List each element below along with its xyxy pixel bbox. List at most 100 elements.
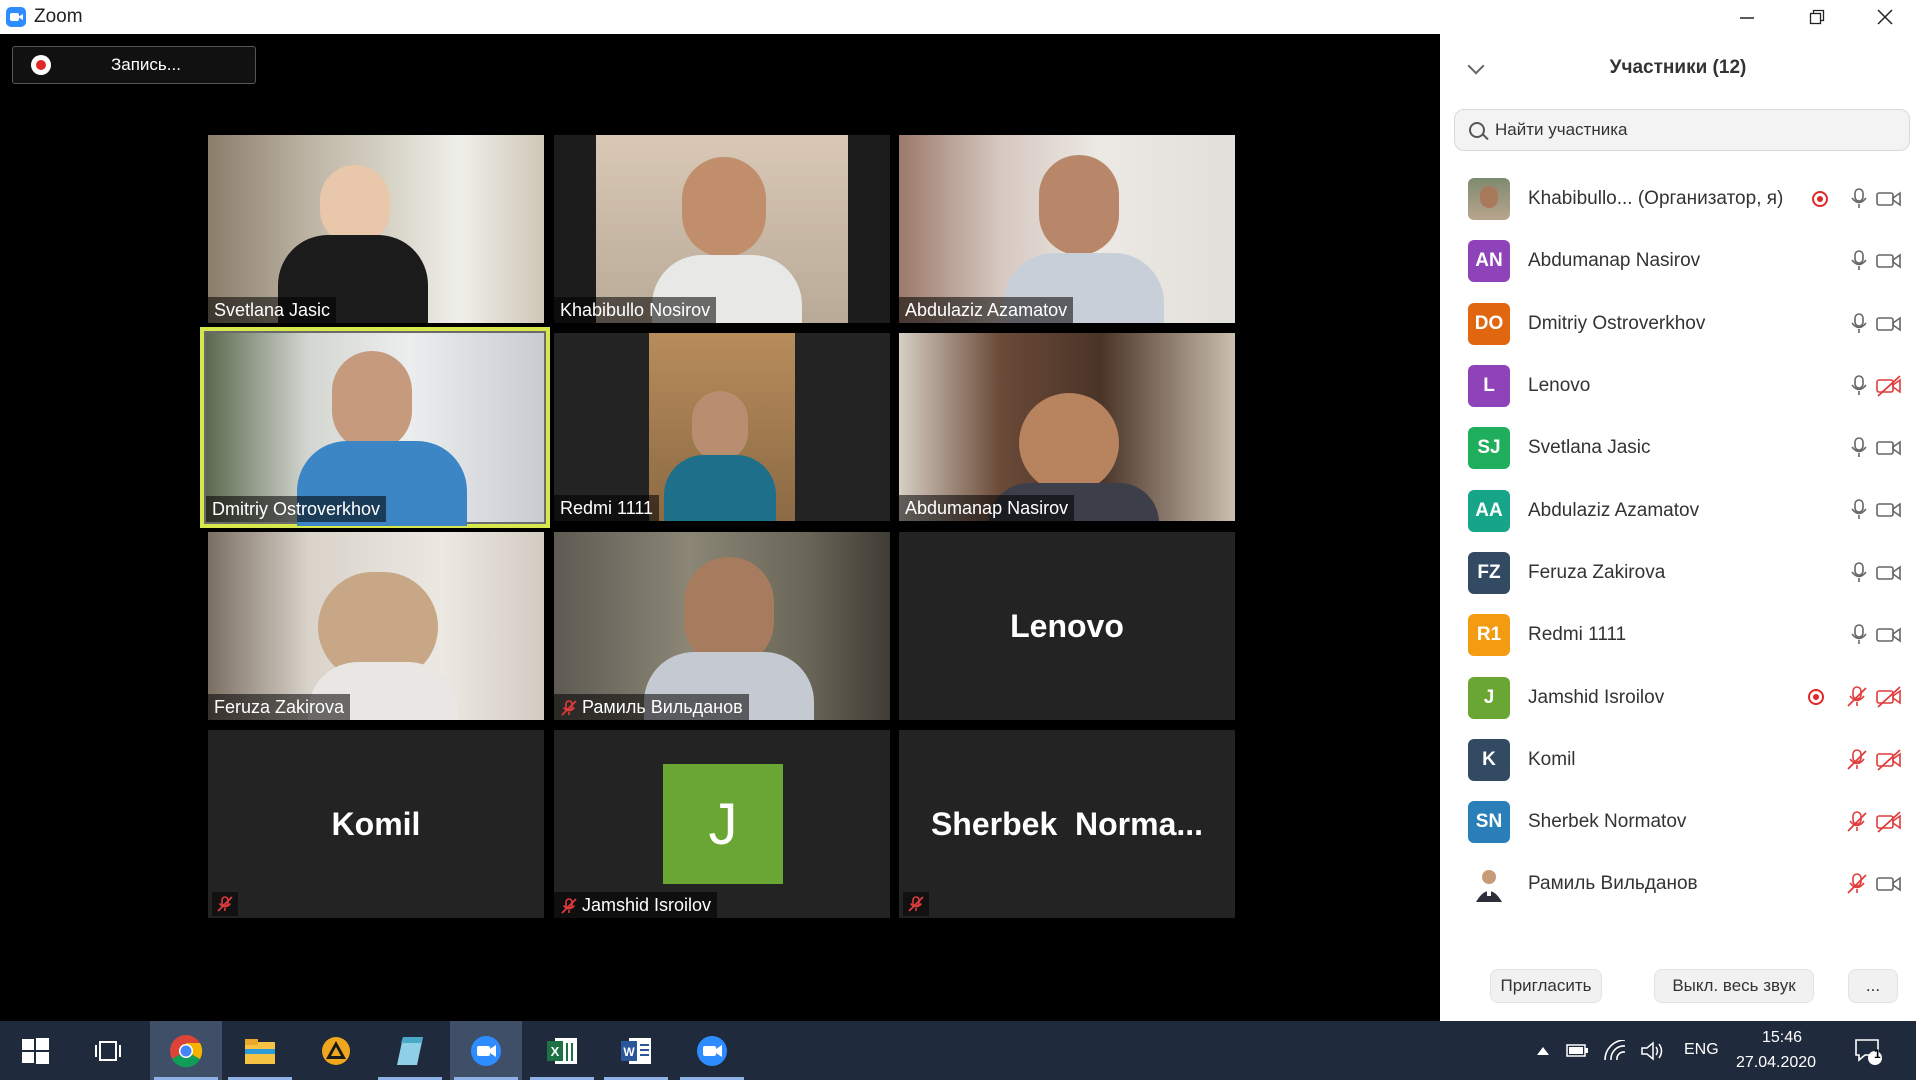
participant-avatar: K	[1468, 738, 1510, 781]
participant-row[interactable]: Рамиль Вильданов	[1440, 853, 1916, 915]
camera-icon[interactable]	[1876, 252, 1902, 270]
participant-search[interactable]	[1454, 109, 1910, 151]
participant-list: Khabibullo... (Организатор, я) AN Abdumana…	[1440, 168, 1916, 916]
network-button[interactable]	[1600, 1021, 1630, 1080]
taskbar-zoom[interactable]	[450, 1021, 522, 1080]
participant-status-icons	[1842, 479, 1902, 541]
participant-status-icons	[1842, 293, 1902, 355]
camera-off-icon[interactable]	[1876, 749, 1902, 771]
participant-row[interactable]: SN Sherbek Normatov	[1440, 791, 1916, 853]
clock-date[interactable]: 27.04.2020	[1736, 1054, 1816, 1072]
camera-icon[interactable]	[1876, 626, 1902, 644]
muted-microphone-icon[interactable]	[1846, 748, 1868, 771]
battery-button[interactable]	[1562, 1021, 1592, 1080]
muted-microphone-icon[interactable]	[1846, 686, 1868, 708]
tile-name: Redmi 1111	[560, 498, 654, 518]
participant-row[interactable]: AN Abdumanap Nasirov	[1440, 230, 1916, 292]
participant-row[interactable]: FZ Feruza Zakirova	[1440, 542, 1916, 604]
camera-icon[interactable]	[1876, 875, 1902, 893]
mute-all-button[interactable]: Выкл. весь звук	[1654, 969, 1814, 1003]
video-off-tile[interactable]: Lenovo	[899, 532, 1235, 720]
microphone-icon[interactable]	[1850, 375, 1868, 397]
participant-status-icons	[1842, 604, 1902, 666]
participant-face	[332, 351, 412, 451]
camera-icon[interactable]	[1876, 439, 1902, 457]
video-tile[interactable]: Abdulaziz Azamatov	[899, 135, 1235, 323]
camera-off-icon[interactable]	[1876, 375, 1902, 397]
camera-icon[interactable]	[1876, 501, 1902, 519]
video-off-tile[interactable]: J Jamshid Isroilov	[554, 730, 890, 918]
notification-count: 1	[1874, 1047, 1881, 1061]
minimize-button[interactable]	[1712, 0, 1782, 34]
volume-button[interactable]	[1636, 1021, 1670, 1080]
participant-status-icons	[1838, 791, 1902, 853]
taskbar-chrome[interactable]	[150, 1021, 222, 1080]
participant-row[interactable]: AA Abdulaziz Azamatov	[1440, 479, 1916, 541]
camera-icon[interactable]	[1876, 190, 1902, 208]
participant-row[interactable]: K Komil	[1440, 729, 1916, 791]
video-off-tile[interactable]: Sherbek Norma...	[899, 730, 1235, 918]
taskbar-notepad[interactable]	[374, 1021, 446, 1080]
microphone-icon[interactable]	[1850, 312, 1868, 335]
close-button[interactable]	[1850, 0, 1916, 34]
video-tile[interactable]: Feruza Zakirova	[208, 532, 544, 720]
zoom-app-icon	[6, 7, 26, 27]
participant-name: Khabibullo... (Организатор, я)	[1528, 188, 1784, 210]
participant-row[interactable]: L Lenovo	[1440, 355, 1916, 417]
camera-icon[interactable]	[1876, 564, 1902, 582]
video-tile[interactable]: Svetlana Jasic	[208, 135, 544, 323]
video-tile-active-speaker[interactable]: Dmitriy Ostroverkhov	[200, 327, 550, 528]
start-button[interactable]	[0, 1021, 70, 1080]
video-tile[interactable]: Рамиль Вильданов	[554, 532, 890, 720]
tile-name: Dmitriy Ostroverkhov	[212, 499, 381, 519]
recording-indicator[interactable]: Запись...	[12, 46, 256, 84]
clock-time[interactable]: 15:46	[1762, 1029, 1802, 1047]
action-center-button[interactable]: 1	[1838, 1021, 1898, 1080]
unknown-app-icon	[322, 1036, 350, 1065]
microphone-icon[interactable]	[1850, 561, 1868, 584]
video-tile[interactable]: Redmi 1111	[554, 333, 890, 521]
taskbar-explorer[interactable]	[224, 1021, 296, 1080]
microphone-icon[interactable]	[1850, 624, 1868, 646]
tile-name-tag: Abdumanap Nasirov	[899, 495, 1075, 521]
microphone-icon[interactable]	[1850, 250, 1868, 272]
microphone-icon[interactable]	[1850, 188, 1868, 210]
participant-name: Abdulaziz Azamatov	[1528, 499, 1700, 521]
camera-off-icon[interactable]	[1876, 811, 1902, 833]
input-language[interactable]: ENG	[1684, 1041, 1719, 1059]
invite-button[interactable]: Пригласить	[1490, 969, 1602, 1003]
participant-row[interactable]: Khabibullo... (Организатор, я)	[1440, 168, 1916, 230]
tile-name-tag: Khabibullo Nosirov	[554, 297, 717, 323]
participant-status-icons	[1808, 666, 1902, 728]
microphone-icon[interactable]	[1850, 437, 1868, 459]
camera-icon[interactable]	[1876, 315, 1902, 333]
muted-microphone-icon[interactable]	[1846, 873, 1868, 895]
participant-row[interactable]: R1 Redmi 1111	[1440, 604, 1916, 666]
taskbar-app[interactable]	[300, 1021, 372, 1080]
taskbar-word[interactable]: W	[600, 1021, 672, 1080]
microphone-icon[interactable]	[1850, 499, 1868, 521]
svg-text:W: W	[623, 1045, 635, 1059]
taskbar-zoom-2[interactable]	[676, 1021, 748, 1080]
muted-mic-icon	[561, 699, 577, 716]
participant-name: Dmitriy Ostroverkhov	[1528, 312, 1706, 334]
video-off-tile[interactable]: Komil	[208, 730, 544, 918]
more-button[interactable]: ...	[1848, 969, 1898, 1003]
task-view-button[interactable]	[72, 1021, 144, 1080]
participant-row[interactable]: J Jamshid Isroilov	[1440, 666, 1916, 728]
tile-mute-indicator	[212, 892, 238, 916]
camera-off-icon[interactable]	[1876, 686, 1902, 709]
show-hidden-icons-button[interactable]	[1532, 1021, 1554, 1080]
participant-face	[684, 557, 774, 667]
participant-body	[664, 455, 776, 521]
restore-button[interactable]	[1782, 0, 1852, 34]
word-icon: W	[621, 1037, 651, 1064]
participant-row[interactable]: DO Dmitriy Ostroverkhov	[1440, 293, 1916, 355]
muted-microphone-icon[interactable]	[1846, 811, 1868, 833]
taskbar-excel[interactable]: X	[526, 1021, 598, 1080]
search-input[interactable]	[1495, 120, 1875, 140]
video-tile[interactable]: Khabibullo Nosirov	[554, 135, 890, 323]
video-tile[interactable]: Abdumanap Nasirov	[899, 333, 1235, 521]
muted-mic-icon	[908, 896, 924, 912]
participant-row[interactable]: SJ Svetlana Jasic	[1440, 417, 1916, 479]
